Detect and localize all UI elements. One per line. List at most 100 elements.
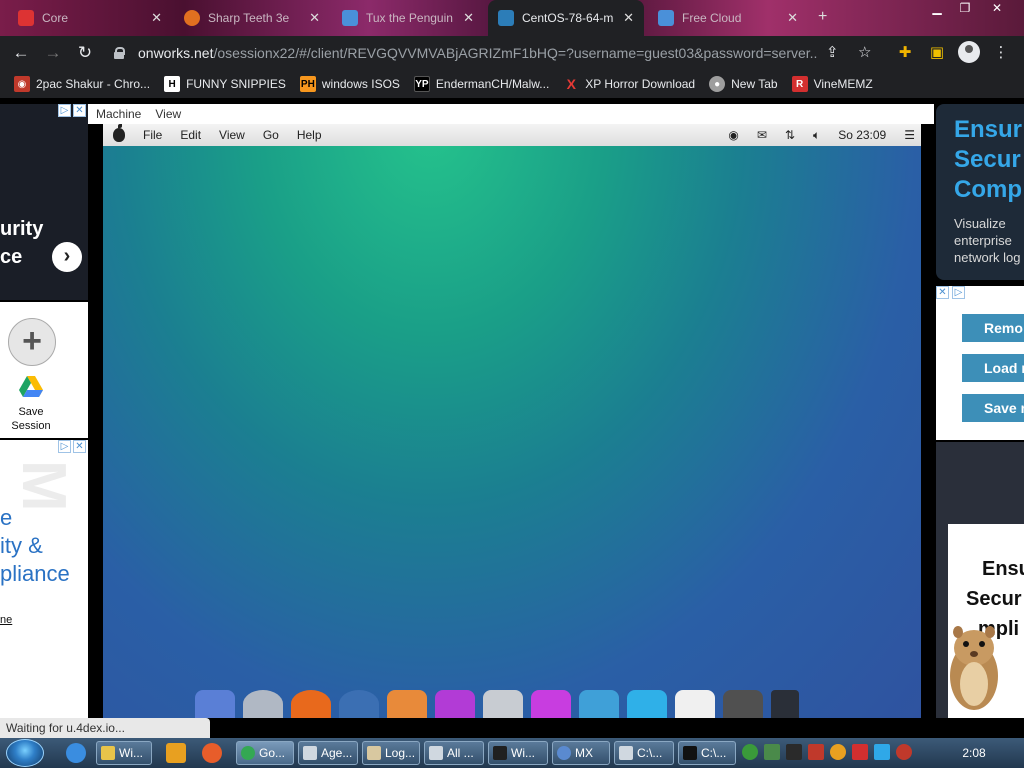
tools-icon[interactable] [808,744,824,760]
tab-sharp-teeth[interactable]: Sharp Teeth 3e ✕ [174,2,330,34]
cloud-icon[interactable] [531,690,571,718]
app-icon[interactable] [202,743,222,763]
right-advertisement[interactable]: Ensur Secur Comp Visualize enterprise ne… [936,104,1024,280]
save-button[interactable]: Save r [962,394,1024,422]
bookmark-windows-isos[interactable]: PH windows ISOS [299,76,400,92]
bookmark-star-icon[interactable]: ☆ [858,43,871,61]
reload-icon[interactable]: ↻ [74,42,96,64]
network-globe-icon[interactable] [742,744,758,760]
taskbar-item[interactable]: MX [552,741,610,765]
contacts-icon[interactable] [483,690,523,718]
menu-kebab-icon[interactable]: ⋮ [990,42,1012,64]
volume-icon[interactable]: 🔈︎ [813,128,820,143]
chevron-right-icon[interactable]: › [52,242,82,272]
taskbar-item[interactable]: Go... [236,741,294,765]
address-bar[interactable]: onworks.net/osessionx22/#/client/REVGQVV… [106,40,886,66]
mac-menu-go[interactable]: Go [263,128,279,142]
bookmark-funny-snippies[interactable]: H FUNNY SNIPPIES [164,76,286,92]
network-icon[interactable]: ⇅ [785,128,795,142]
mac-clock[interactable]: So 23:09 [838,128,886,142]
settings-icon[interactable] [723,690,763,718]
trash-icon[interactable] [771,690,799,718]
mail-icon[interactable]: ✉ [757,128,767,142]
bookmark-vinememz[interactable]: R VineMEMZ [791,76,873,92]
lock-icon[interactable] [114,47,125,59]
close-window-icon[interactable]: ✕ [984,0,1010,18]
back-icon[interactable]: ← [10,42,32,64]
profile-avatar-icon[interactable] [958,41,980,63]
tray-app-icon[interactable] [786,744,802,760]
taskbar-item[interactable]: All ... [424,741,484,765]
google-drive-icon[interactable] [19,376,43,398]
tab-close-icon[interactable]: ✕ [151,10,162,26]
taskbar-item[interactable]: Log... [362,741,420,765]
save-session-button[interactable]: Save Session [6,405,56,433]
display-icon[interactable] [874,744,890,760]
firefox-icon[interactable] [291,690,331,718]
forward-icon[interactable]: → [42,42,64,64]
taskbar-clock[interactable]: 2:08 PM [954,738,994,768]
launchpad-icon[interactable] [243,690,283,718]
tab-core[interactable]: Core ✕ [8,2,172,34]
flag-icon[interactable] [852,744,868,760]
left-advertisement[interactable]: ▷ ✕ urity ce › [0,104,88,300]
spotlight-icon[interactable]: ◉ [728,128,738,142]
new-tab-icon[interactable]: + [818,8,827,26]
share-icon[interactable]: ⇪ [826,43,839,61]
taskbar-item[interactable]: Wi... [96,741,152,765]
ad-info-icon[interactable]: ▷ [58,440,71,453]
ad-info-icon[interactable]: ▷ [58,104,71,117]
record-icon[interactable] [896,744,912,760]
start-button-icon[interactable] [6,739,44,767]
page-content: ▷ ✕ urity ce › + Save Session M ▷ ✕ e it… [0,98,1024,718]
music-icon[interactable] [435,690,475,718]
minimize-icon[interactable]: ▁ [924,0,950,18]
restore-icon[interactable]: ❐ [952,0,978,18]
toggle-app-icon[interactable] [675,690,715,718]
taskbar-item[interactable]: C:\... [614,741,674,765]
left-advertisement-2[interactable]: M ▷ ✕ e ity & pliance ne [0,440,88,718]
taskbar-item[interactable]: C:\... [678,741,736,765]
side-panel-icon[interactable]: ▣ [926,42,948,64]
load-button[interactable]: Load r [962,354,1024,382]
ad-info-icon[interactable]: ▷ [952,286,965,299]
list-icon[interactable]: ☰ [904,128,915,142]
app-store-icon[interactable] [579,690,619,718]
tab-close-icon[interactable]: ✕ [309,10,320,26]
ad-close-icon[interactable]: ✕ [73,104,86,117]
extensions-icon[interactable]: ✚ [894,42,916,64]
remove-button[interactable]: Remo [962,314,1024,342]
screen: Core ✕ Sharp Teeth 3e ✕ Tux the Penguin … [0,0,1024,768]
mac-menu-view[interactable]: View [219,128,245,142]
media-player-icon[interactable] [166,743,186,763]
vm-menu-machine[interactable]: Machine [96,107,141,121]
taskbar-item[interactable]: Wi... [488,741,548,765]
thunderbird-icon[interactable] [339,690,379,718]
apple-icon[interactable] [113,124,125,142]
bookmark-xp-horror[interactable]: X XP Horror Download [563,76,696,92]
taskbar-item[interactable]: Age... [298,741,358,765]
folder-icon[interactable] [387,690,427,718]
tab-free-cloud[interactable]: Free Cloud ✕ [648,2,808,34]
tab-centos[interactable]: CentOS-78-64-m ✕ [488,0,644,36]
add-icon[interactable]: + [8,318,56,366]
ad-close-icon[interactable]: ✕ [73,440,86,453]
tab-close-icon[interactable]: ✕ [463,10,474,26]
mac-menu-help[interactable]: Help [297,128,322,142]
files-icon[interactable] [627,690,667,718]
ad-close-icon[interactable]: ✕ [936,286,949,299]
tab-tux[interactable]: Tux the Penguin ✕ [332,2,484,34]
mac-menu-edit[interactable]: Edit [180,128,201,142]
internet-explorer-icon[interactable] [66,743,86,763]
bookmark-new-tab[interactable]: ● New Tab [709,76,778,92]
tab-close-icon[interactable]: ✕ [787,10,798,26]
tab-close-icon[interactable]: ✕ [623,10,634,26]
mac-menu-file[interactable]: File [143,128,162,142]
bookmark-2pac[interactable]: ◉ 2pac Shakur - Chro... [14,76,150,92]
finder-icon[interactable] [195,690,235,718]
search-tray-icon[interactable] [830,744,846,760]
tray-app-icon[interactable] [764,744,780,760]
bookmark-endermanch[interactable]: YP EndermanCH/Malw... [413,76,549,92]
vm-desktop[interactable]: File Edit View Go Help ◉ ✉ ⇅ 🔈︎ So 23:09… [103,124,921,718]
vm-menu-view[interactable]: View [155,107,181,121]
